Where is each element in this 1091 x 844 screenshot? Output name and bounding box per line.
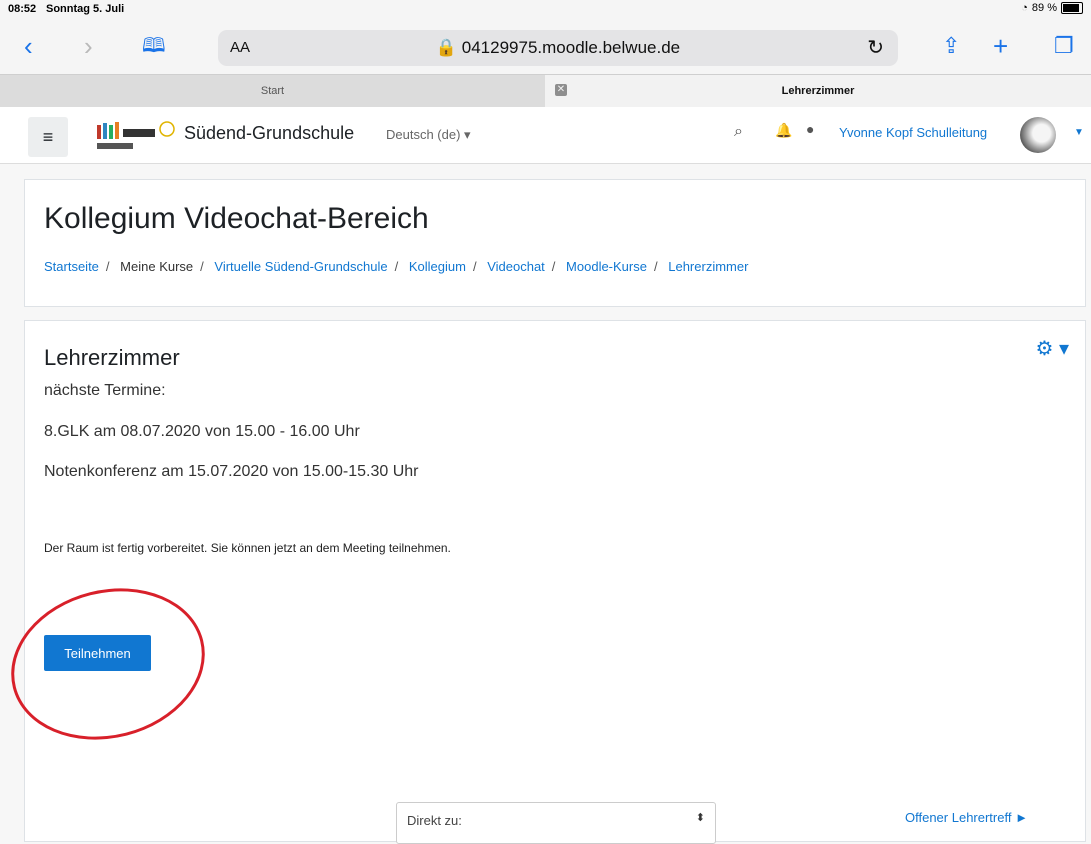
jump-to-label: Direkt zu:	[407, 813, 462, 828]
school-logo	[97, 121, 175, 149]
breadcrumb-startseite[interactable]: Startseite	[44, 259, 99, 274]
plus-icon[interactable]: +	[993, 28, 1008, 64]
user-menu[interactable]: Yvonne Kopf Schulleitung	[839, 125, 987, 140]
room-status: Der Raum ist fertig vorbereitet. Sie kön…	[44, 541, 451, 555]
search-icon[interactable]: ⌕	[734, 123, 743, 141]
activity-title: Lehrerzimmer	[44, 345, 180, 370]
schedule-heading: nächste Termine:	[44, 382, 166, 399]
breadcrumb-kollegium[interactable]: Kollegium	[409, 259, 466, 274]
chevron-right-icon[interactable]: ›	[84, 28, 93, 64]
site-name[interactable]: Südend-Grundschule	[184, 123, 354, 144]
avatar[interactable]	[1020, 117, 1056, 153]
bell-icon[interactable]: 🔔	[775, 122, 792, 139]
status-right: ◔ 89 %	[1021, 2, 1083, 14]
chevron-down-icon[interactable]: ▼	[1074, 127, 1084, 138]
page-title: Kollegium Videochat-Bereich	[44, 202, 429, 235]
activity-card: ⚙ ▾ Lehrerzimmer nächste Termine: 8.GLK …	[24, 320, 1086, 844]
language-menu[interactable]: Deutsch (de) ▾	[386, 127, 471, 143]
breadcrumb-lehrerzimmer[interactable]: Lehrerzimmer	[668, 259, 748, 274]
battery-icon	[1061, 2, 1083, 14]
select-arrows-icon: ⬍	[695, 812, 705, 824]
browser-toolbar: ‹ › 🕮 AA 🔒 04129975.moodle.belwue.de ↻ ⇪…	[0, 20, 1091, 74]
breadcrumb-meine-kurse: Meine Kurse	[120, 259, 194, 274]
tab-start[interactable]: Start	[0, 75, 545, 107]
moodle-navbar: ≡ Südend-Grundschule Deutsch (de) ▾ ⌕ 🔔 …	[0, 107, 1091, 164]
breadcrumb-virtuelle-schule[interactable]: Virtuelle Südend-Grundschule	[214, 259, 387, 274]
chevron-left-icon[interactable]: ‹	[24, 28, 33, 64]
breadcrumb: Startseite / Meine Kurse / Virtuelle Süden…	[44, 259, 749, 274]
menu-icon[interactable]: ≡	[28, 117, 68, 157]
chat-icon[interactable]: ●	[806, 121, 814, 137]
battery-percent: 89 %	[1031, 2, 1057, 14]
jump-to-select[interactable]: Direkt zu: ⬍	[396, 802, 716, 844]
url-text[interactable]: 🔒 04129975.moodle.belwue.de	[218, 38, 898, 58]
schedule-item: Notenkonferenz am 15.07.2020 von 15.00-1…	[44, 463, 419, 480]
book-icon[interactable]: 🕮	[142, 28, 166, 64]
schedule-item: 8.GLK am 08.07.2020 von 15.00 - 16.00 Uh…	[44, 423, 360, 440]
status-bar: 08:52 Sonntag 5. Juli ◔ 89 %	[0, 0, 1091, 20]
share-icon[interactable]: ⇪	[942, 28, 960, 64]
tab-bar: Start ✕ Lehrerzimmer	[0, 74, 1091, 108]
wifi-icon: ◔	[1021, 2, 1028, 14]
reload-icon[interactable]: ↻	[867, 35, 884, 60]
tab-title: Lehrerzimmer	[781, 85, 855, 97]
breadcrumb-videochat[interactable]: Videochat	[487, 259, 545, 274]
gear-icon[interactable]: ⚙ ▾	[1035, 336, 1069, 361]
tab-lehrerzimmer[interactable]: ✕ Lehrerzimmer	[545, 75, 1091, 107]
address-bar[interactable]: AA 🔒 04129975.moodle.belwue.de ↻	[218, 30, 898, 66]
tabs-icon[interactable]: ❐	[1054, 28, 1074, 64]
page-header: Kollegium Videochat-Bereich Startseite / …	[24, 179, 1086, 307]
status-time: 08:52	[8, 3, 37, 15]
status-date: Sonntag 5. Juli	[46, 3, 125, 15]
close-icon[interactable]: ✕	[555, 84, 567, 96]
breadcrumb-moodle-kurse[interactable]: Moodle-Kurse	[566, 259, 647, 274]
